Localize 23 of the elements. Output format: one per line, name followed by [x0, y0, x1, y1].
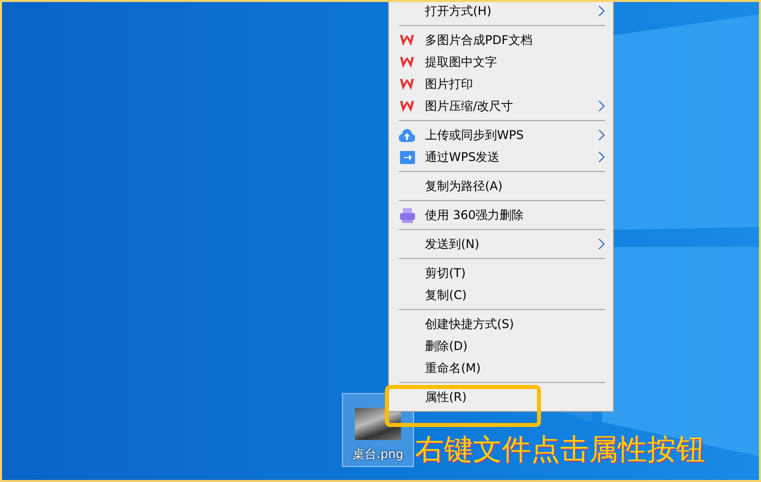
menu-item[interactable]: 复制为路径(A) — [389, 175, 613, 197]
w-logo-icon — [400, 100, 414, 112]
annotation-caption: 右键文件点击属性按钮 — [415, 431, 705, 468]
menu-item[interactable]: 图片打印 — [389, 73, 613, 95]
menu-item[interactable]: 发送到(N) — [389, 233, 613, 255]
menu-item[interactable]: 删除(D) — [389, 335, 613, 357]
menu-item[interactable]: 使用 360强力删除 — [389, 204, 613, 226]
menu-item[interactable]: 复制(C) — [389, 284, 613, 306]
shredder-icon — [400, 208, 414, 222]
menu-item[interactable]: 上传或同步到WPS — [389, 124, 613, 146]
menu-item[interactable]: 提取图中文字 — [389, 51, 613, 73]
w-logo-icon — [400, 78, 414, 90]
menu-item[interactable]: 打开方式(H) — [389, 2, 613, 22]
file-name: 桌台.png — [352, 446, 404, 463]
menu-item[interactable]: 图片压缩/改尺寸 — [389, 95, 613, 117]
w-logo-icon — [400, 34, 414, 46]
menu-item[interactable]: 重命名(M) — [389, 357, 613, 379]
w-logo-icon — [400, 56, 414, 68]
menu-item[interactable]: 创建快捷方式(S) — [389, 313, 613, 335]
cloud-upload-icon — [399, 128, 415, 142]
menu-item[interactable]: 剪切(T) — [389, 262, 613, 284]
menu-item[interactable]: 通过WPS发送 — [389, 146, 613, 168]
menu-item[interactable]: 多图片合成PDF文档 — [389, 29, 613, 51]
